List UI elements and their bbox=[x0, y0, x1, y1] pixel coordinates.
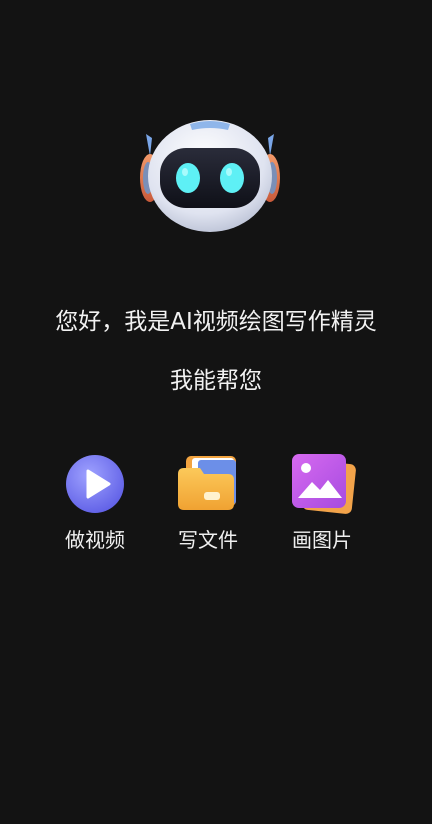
make-video-button[interactable]: 做视频 bbox=[45, 452, 145, 560]
robot-mascot-icon bbox=[136, 116, 284, 236]
subtitle-text: 我能帮您 bbox=[170, 368, 262, 394]
folder-icon bbox=[176, 452, 240, 516]
draw-image-button[interactable]: 画图片 bbox=[272, 452, 372, 560]
image-gallery-icon bbox=[290, 452, 356, 516]
action-grid: 做视频 写文件 画图片 bbox=[0, 452, 432, 562]
play-video-icon bbox=[63, 452, 127, 516]
app-screen: 您好，我是AI视频绘图写作精灵 我能帮您 做视频 写文件 画图片 bbox=[0, 0, 432, 824]
greeting-text: 您好，我是AI视频绘图写作精灵 bbox=[55, 309, 377, 335]
write-document-label: 写文件 bbox=[178, 528, 238, 552]
draw-image-label: 画图片 bbox=[292, 528, 352, 552]
write-document-button[interactable]: 写文件 bbox=[158, 452, 258, 560]
make-video-label: 做视频 bbox=[65, 528, 125, 552]
